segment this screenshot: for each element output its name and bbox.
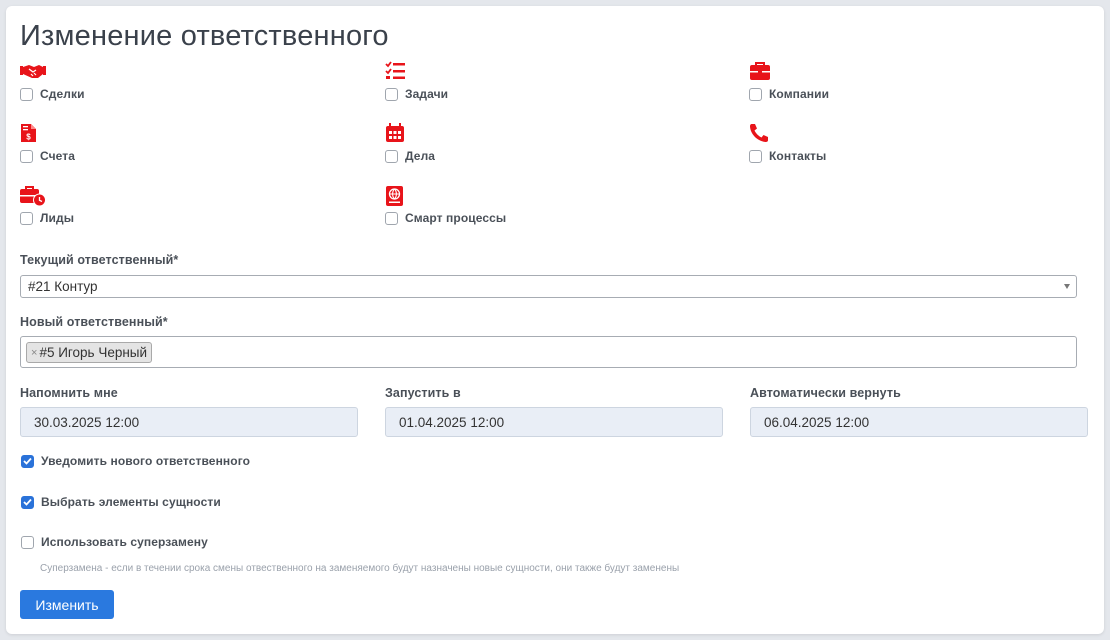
select-elements-label: Выбрать элементы сущности <box>41 495 221 509</box>
deals-checkbox-row[interactable]: Сделки <box>20 86 320 102</box>
entity-leads: Лиды <box>20 185 320 226</box>
briefcase-clock-icon <box>20 185 46 207</box>
notify-checkbox[interactable] <box>21 454 34 468</box>
super-replace-checkbox[interactable] <box>21 535 34 549</box>
activities-checkbox[interactable] <box>385 149 398 163</box>
invoice-icon: $ <box>20 123 46 145</box>
new-responsible-label: Новый ответственный* <box>20 315 168 329</box>
entity-contacts: Контакты <box>749 123 1049 164</box>
invoices-label: Счета <box>40 149 76 163</box>
entity-smart-processes: Смарт процессы <box>385 185 685 226</box>
entity-deals: Сделки <box>20 61 320 102</box>
auto-return-value: 06.04.2025 12:00 <box>764 414 870 430</box>
leads-checkbox-row[interactable]: Лиды <box>20 210 320 226</box>
activities-label: Дела <box>405 149 436 163</box>
deals-checkbox[interactable] <box>20 87 33 101</box>
select-elements-option-row[interactable]: Выбрать элементы сущности <box>21 494 221 510</box>
invoices-checkbox[interactable] <box>20 149 33 163</box>
companies-label: Компании <box>769 87 830 101</box>
globe-book-icon <box>385 185 411 207</box>
super-replace-option-row[interactable]: Использовать суперзамену <box>21 534 208 550</box>
leads-label: Лиды <box>40 211 75 225</box>
smart-processes-label: Смарт процессы <box>405 211 507 225</box>
companies-checkbox[interactable] <box>749 87 762 101</box>
current-responsible-select[interactable]: #21 Контур <box>20 275 1077 298</box>
tasks-checkbox[interactable] <box>385 87 398 101</box>
super-replace-hint: Суперзамена - если в течении срока смены… <box>40 563 680 574</box>
remind-me-label: Напомнить мне <box>20 386 118 400</box>
start-at-value: 01.04.2025 12:00 <box>399 414 505 430</box>
current-responsible-label: Текущий ответственный* <box>20 253 179 267</box>
deals-label: Сделки <box>40 87 85 101</box>
notify-label: Уведомить нового ответственного <box>41 454 251 468</box>
remove-tag-icon[interactable]: × <box>31 347 37 359</box>
tasks-label: Задачи <box>405 87 449 101</box>
start-at-input[interactable]: 01.04.2025 12:00 <box>385 407 723 437</box>
contacts-checkbox[interactable] <box>749 149 762 163</box>
submit-button[interactable]: Изменить <box>20 590 114 619</box>
select-elements-checkbox[interactable] <box>21 495 34 509</box>
entity-tasks: Задачи <box>385 61 685 102</box>
remind-me-value: 30.03.2025 12:00 <box>34 414 140 430</box>
briefcase-icon <box>749 61 775 83</box>
tasks-checkbox-row[interactable]: Задачи <box>385 86 685 102</box>
checkmark-icon <box>23 457 32 465</box>
companies-checkbox-row[interactable]: Компании <box>749 86 1049 102</box>
phone-icon <box>749 123 775 145</box>
entity-invoices: $ Счета <box>20 123 320 164</box>
current-responsible-value: #21 Контур <box>28 279 98 294</box>
start-at-label: Запустить в <box>385 386 461 400</box>
contacts-label: Контакты <box>769 149 827 163</box>
change-responsible-card: Изменение ответственного Сделки Задачи К… <box>6 6 1104 634</box>
auto-return-input[interactable]: 06.04.2025 12:00 <box>750 407 1088 437</box>
checkmark-icon <box>23 498 32 506</box>
selected-user-label: #5 Игорь Черный <box>39 345 148 360</box>
entity-companies: Компании <box>749 61 1049 102</box>
new-responsible-multiselect[interactable]: × #5 Игорь Черный <box>20 336 1077 368</box>
notify-option-row[interactable]: Уведомить нового ответственного <box>21 453 250 469</box>
task-list-icon <box>385 61 411 83</box>
entity-activities: Дела <box>385 123 685 164</box>
auto-return-label: Автоматически вернуть <box>750 386 901 400</box>
invoices-checkbox-row[interactable]: Счета <box>20 148 320 164</box>
leads-checkbox[interactable] <box>20 211 33 225</box>
contacts-checkbox-row[interactable]: Контакты <box>749 148 1049 164</box>
smart-processes-checkbox-row[interactable]: Смарт процессы <box>385 210 685 226</box>
activities-checkbox-row[interactable]: Дела <box>385 148 685 164</box>
smart-processes-checkbox[interactable] <box>385 211 398 225</box>
selected-user-tag: × #5 Игорь Черный <box>26 342 153 363</box>
chevron-down-icon[interactable] <box>1064 284 1070 289</box>
remind-me-input[interactable]: 30.03.2025 12:00 <box>20 407 358 437</box>
super-replace-label: Использовать суперзамену <box>41 535 208 549</box>
handshake-icon <box>20 61 46 83</box>
calendar-icon <box>385 123 411 145</box>
svg-text:$: $ <box>26 133 31 142</box>
page-title: Изменение ответственного <box>20 20 389 52</box>
